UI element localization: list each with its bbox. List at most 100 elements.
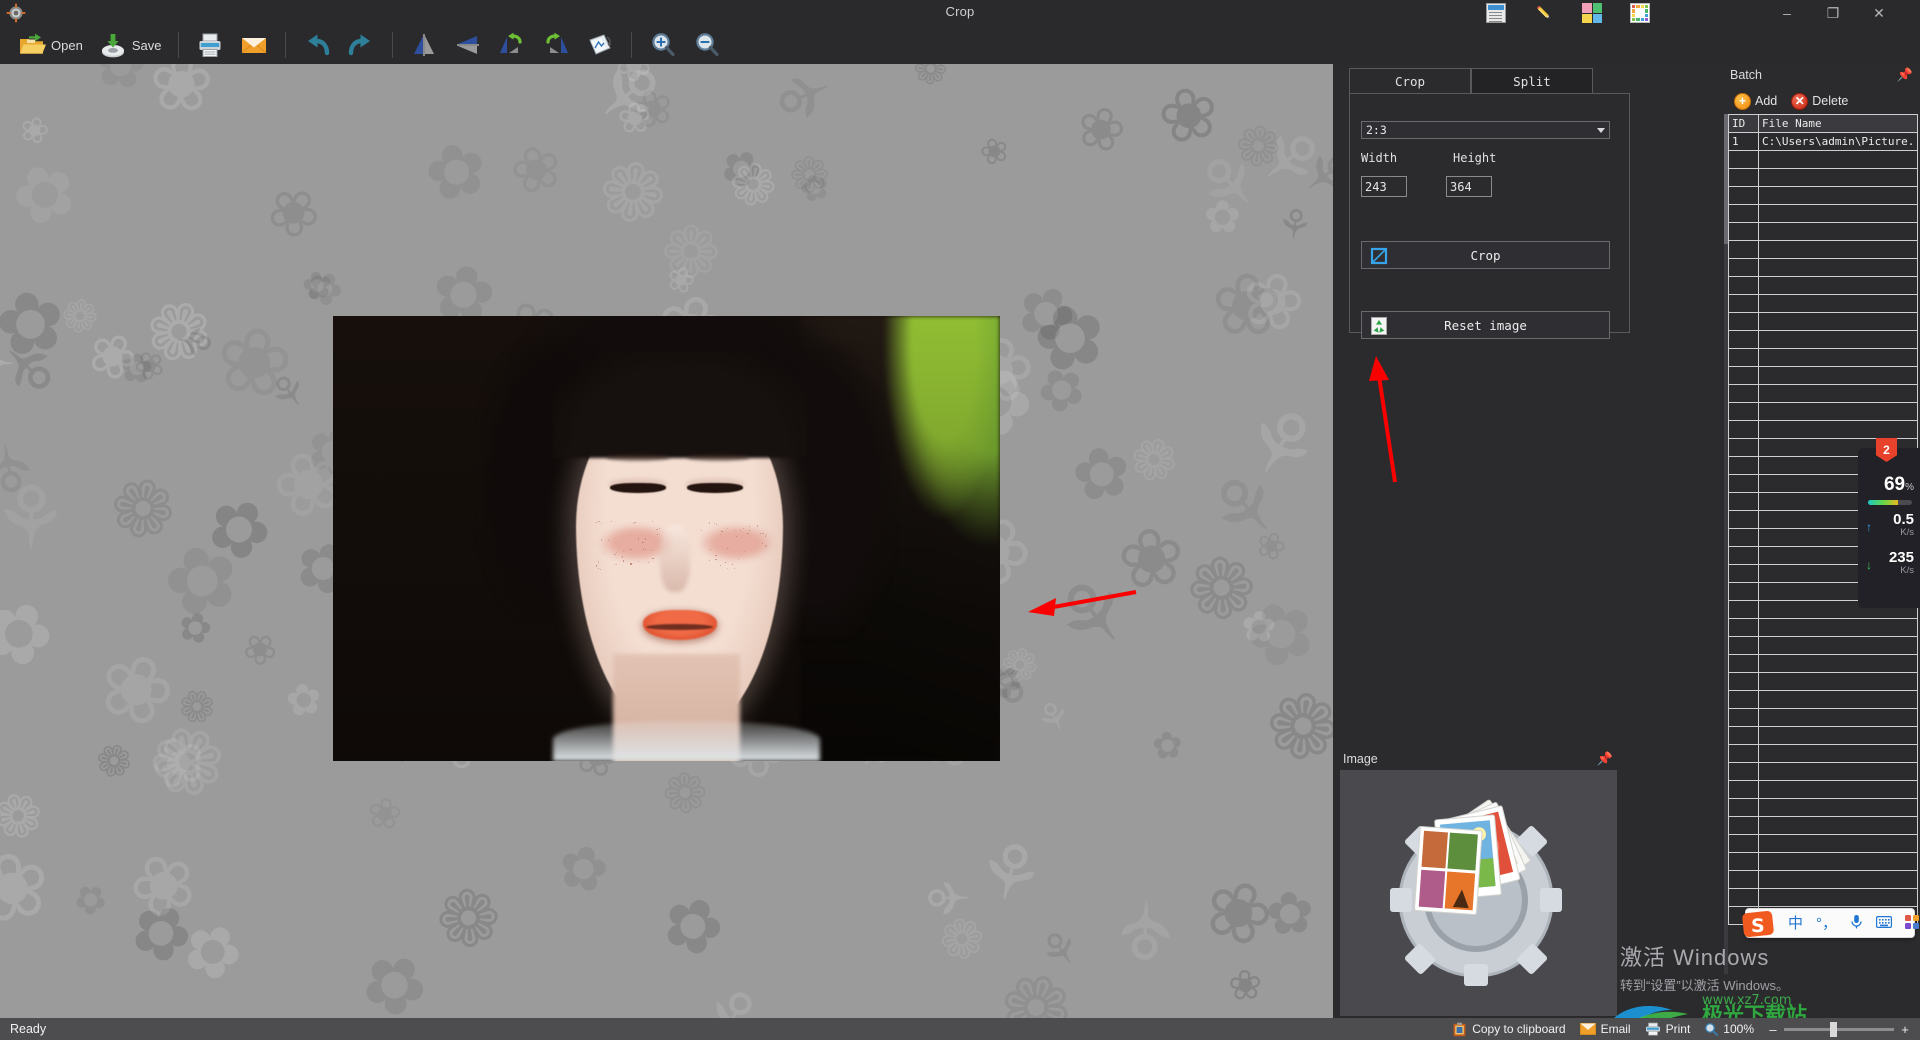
ime-toolbar[interactable]: S 中 °， [1742, 908, 1920, 938]
toolbox-icon[interactable] [1905, 914, 1920, 932]
table-row-empty[interactable] [1728, 618, 1918, 637]
copy-to-clipboard-button[interactable]: Copy to clipboard [1452, 1022, 1566, 1037]
table-row-empty[interactable] [1728, 294, 1918, 313]
table-row-empty[interactable] [1728, 816, 1918, 835]
table-row-empty[interactable] [1728, 636, 1918, 655]
redo-button[interactable] [339, 28, 383, 62]
crop-button[interactable]: Crop [1361, 241, 1610, 269]
table-row-empty[interactable] [1728, 870, 1918, 889]
cell-id [1728, 636, 1759, 655]
zoom-in-icon [652, 33, 676, 57]
color-grid-icon[interactable] [1630, 3, 1650, 23]
close-button[interactable]: ✕ [1856, 0, 1902, 26]
sogou-logo-icon[interactable]: S [1740, 909, 1778, 939]
flip-vertical-button[interactable] [402, 28, 446, 62]
table-row-empty[interactable] [1728, 888, 1918, 907]
cell-filename [1758, 816, 1918, 835]
delete-button[interactable]: ✕ Delete [1787, 91, 1852, 112]
zoom-in-slider-button[interactable]: + [1900, 1022, 1910, 1037]
download-arrow-icon: ↓ [1866, 558, 1872, 572]
color-quad-icon[interactable] [1582, 3, 1602, 23]
microphone-icon[interactable] [1850, 914, 1863, 932]
print-button[interactable] [188, 28, 232, 62]
table-row-empty[interactable] [1728, 420, 1918, 439]
free-rotate-button[interactable] [578, 28, 622, 62]
table-row-empty[interactable] [1728, 150, 1918, 169]
zoom-out-button[interactable] [685, 28, 729, 62]
flower-motif: ⚘ [0, 426, 45, 508]
table-row-empty[interactable] [1728, 798, 1918, 817]
tab-crop[interactable]: Crop [1349, 68, 1471, 94]
keyboard-icon[interactable] [1876, 915, 1893, 931]
table-row-empty[interactable] [1728, 186, 1918, 205]
open-button[interactable]: Open [10, 28, 91, 62]
batch-toolbar: + Add ✕ Delete [1730, 88, 1852, 114]
maximize-button[interactable]: ❐ [1810, 0, 1856, 26]
table-row-empty[interactable] [1728, 222, 1918, 241]
flower-motif: ❀ [1244, 522, 1296, 571]
height-input[interactable] [1446, 176, 1492, 197]
tab-crop-label: Crop [1394, 73, 1426, 89]
save-button[interactable]: Save [91, 28, 170, 62]
image-preview-body[interactable] [1340, 770, 1617, 1016]
table-row-empty[interactable] [1728, 348, 1918, 367]
zoom-out-slider-button[interactable]: – [1768, 1022, 1778, 1037]
width-input[interactable] [1361, 176, 1407, 197]
print-status-button[interactable]: Print [1645, 1022, 1690, 1036]
rotate-right-button[interactable] [534, 28, 578, 62]
table-row-empty[interactable] [1728, 240, 1918, 259]
chinese-mode-icon[interactable]: 中 [1788, 916, 1803, 931]
table-row-empty[interactable] [1728, 780, 1918, 799]
loaded-photo[interactable] [333, 316, 1000, 761]
punctuation-icon[interactable]: °， [1816, 916, 1837, 931]
table-row-empty[interactable] [1728, 168, 1918, 187]
upload-speed-unit: K/s [1900, 527, 1914, 538]
email-status-button[interactable]: Email [1579, 1022, 1631, 1036]
rotate-left-button[interactable] [490, 28, 534, 62]
network-monitor-widget[interactable]: 2 69% ↑ 0.5 K/s ↓ 235 K/s [1858, 438, 1920, 608]
image-canvas-area[interactable]: ✿⚘✿❀✿❀❀✿❀✿❁⚘❀✿❁❀❀❀❀❀✿✿❀✿✿⚘⚘✿❁❀❀❀✿❁✿✿⚘❀✿❁… [0, 64, 1333, 1020]
zoom-level-indicator[interactable]: 100% [1704, 1022, 1754, 1036]
pin-icon[interactable]: 📌 [1596, 751, 1614, 767]
table-row-empty[interactable] [1728, 708, 1918, 727]
tab-split[interactable]: Split [1471, 68, 1593, 94]
pin-icon[interactable]: 📌 [1896, 67, 1914, 83]
table-row-empty[interactable] [1728, 672, 1918, 691]
table-row-empty[interactable] [1728, 258, 1918, 277]
zoom-slider[interactable]: – + [1768, 1021, 1910, 1037]
pencil-icon[interactable] [1534, 3, 1554, 23]
email-button[interactable] [232, 28, 276, 62]
zoom-slider-knob[interactable] [1830, 1021, 1837, 1037]
flower-motif: ⚘ [1107, 881, 1185, 975]
table-row-empty[interactable] [1728, 834, 1918, 853]
table-row-empty[interactable] [1728, 852, 1918, 871]
aspect-ratio-select[interactable]: 2:3 [1361, 121, 1610, 139]
add-button[interactable]: + Add [1730, 91, 1781, 112]
table-row-empty[interactable] [1728, 312, 1918, 331]
zoom-slider-track[interactable] [1784, 1021, 1894, 1037]
table-row-empty[interactable] [1728, 330, 1918, 349]
table-row-empty[interactable] [1728, 384, 1918, 403]
zoom-in-button[interactable] [641, 28, 685, 62]
minimize-button[interactable]: – [1764, 0, 1810, 26]
table-row-empty[interactable] [1728, 744, 1918, 763]
notification-badge[interactable]: 2 [1876, 438, 1897, 462]
table-row-empty[interactable] [1728, 276, 1918, 295]
flower-motif: ⚘ [1220, 381, 1333, 508]
table-row-empty[interactable] [1728, 366, 1918, 385]
table-row-empty[interactable] [1728, 690, 1918, 709]
open-folder-icon [20, 33, 46, 54]
flip-horizontal-button[interactable] [446, 28, 490, 62]
table-row-empty[interactable] [1728, 762, 1918, 781]
table-row-empty[interactable] [1728, 654, 1918, 673]
table-row[interactable]: 1 C:\Users\admin\Picture... [1728, 132, 1918, 151]
flower-motif: ❁ [425, 882, 516, 954]
document-icon[interactable] [1486, 3, 1506, 23]
undo-button[interactable] [295, 28, 339, 62]
reset-image-button-label: Reset image [1444, 317, 1527, 333]
table-row-empty[interactable] [1728, 204, 1918, 223]
table-row-empty[interactable] [1728, 726, 1918, 745]
reset-image-button[interactable]: Reset image [1361, 311, 1610, 339]
table-row-empty[interactable] [1728, 402, 1918, 421]
cell-id [1728, 204, 1759, 223]
